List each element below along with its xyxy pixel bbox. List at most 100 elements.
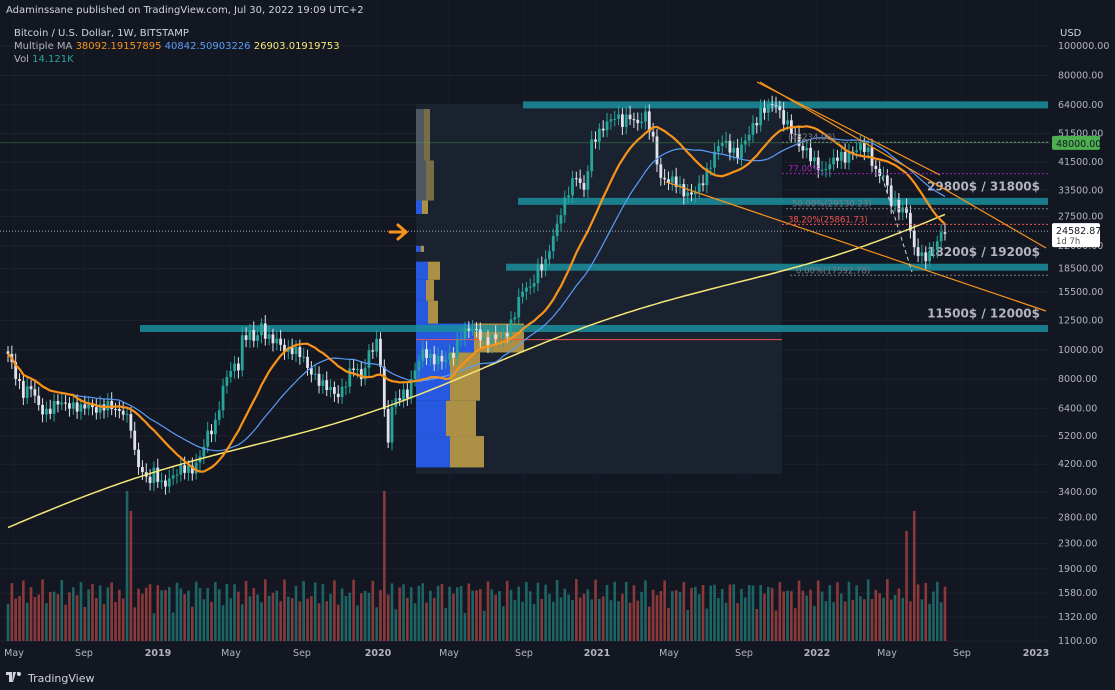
volume-bar [943, 586, 947, 641]
candle-body [801, 145, 805, 151]
volume-bar [156, 585, 160, 641]
volume-bar [45, 603, 48, 641]
candle-body [206, 430, 210, 447]
volume-bar [64, 604, 67, 641]
candle-body [759, 107, 763, 126]
candle-body [701, 183, 705, 186]
y-tick-label: 80000.00 [1058, 70, 1103, 81]
candle-body [525, 287, 528, 292]
volume-bar [674, 590, 678, 641]
volume-bar [179, 588, 183, 641]
candle-body [651, 131, 655, 137]
volume-bar [129, 511, 133, 641]
volume-bar [590, 599, 593, 641]
volume-bar [22, 580, 25, 641]
candle-body [402, 389, 405, 401]
volume-bar [25, 602, 29, 641]
y-tick-label: 27500.00 [1058, 211, 1103, 222]
volume-bar [839, 593, 843, 641]
volume-bar [728, 584, 732, 641]
volume-bar [133, 607, 137, 641]
volume-bar [48, 591, 52, 641]
candle-body [194, 462, 198, 474]
volume-bar [87, 589, 90, 641]
volume-bar [75, 595, 79, 641]
volume-bar [498, 591, 501, 641]
volume-bar [893, 594, 897, 641]
volume-bar [586, 589, 590, 641]
ma-value-1: 38092.19157895 [75, 41, 162, 52]
volume-bar [824, 601, 828, 641]
candle-body [939, 232, 943, 242]
volume-bar [655, 595, 659, 641]
price-chart[interactable]: 29800$ / 31800$ 18200$ / 19200$ 11500$ / 1… [0, 0, 1115, 690]
candle-body [117, 409, 121, 411]
candle-body [628, 114, 632, 120]
volume-bar [863, 599, 866, 641]
candle-body [855, 150, 859, 152]
candle-body [763, 107, 766, 113]
candle-body [471, 329, 475, 331]
candle-body [551, 235, 555, 252]
y-tick-label: 33500.00 [1058, 185, 1103, 196]
x-tick-label: Sep [735, 648, 753, 659]
currency-label: USD [1060, 28, 1082, 39]
y-tick-label: 10000.00 [1058, 345, 1103, 356]
candle-body [160, 480, 163, 482]
candle-body [490, 334, 494, 346]
candle-body [18, 379, 21, 381]
candle-body [782, 110, 786, 125]
volume-bar [356, 605, 359, 641]
volume-bar [252, 587, 256, 641]
fib-label: 38.20%(25861.73) [788, 215, 868, 225]
candle-body [233, 363, 236, 372]
volume-bar [751, 585, 755, 641]
zone-band [140, 325, 1048, 333]
candle-body [294, 346, 298, 355]
volume-bar [886, 579, 889, 641]
candle-body [333, 387, 336, 394]
candle-body [720, 142, 724, 147]
candle-body [640, 121, 643, 124]
x-tick-label: 2019 [145, 648, 171, 659]
candle-body [843, 151, 847, 163]
volume-bar [743, 597, 747, 641]
y-tick-label: 4200.00 [1058, 459, 1097, 470]
volume-bar [406, 597, 409, 641]
vol-value: 14.121K [32, 54, 74, 65]
profile-bar [416, 109, 424, 161]
candle-body [179, 465, 183, 475]
volume-bar [455, 587, 459, 641]
candle-body [125, 414, 129, 416]
volume-bar [68, 592, 71, 641]
fib-label: (48234.00) [788, 133, 835, 143]
y-tick-label: 6400.00 [1058, 404, 1097, 415]
candle-body [152, 467, 156, 484]
candle-body [897, 199, 901, 213]
candle-body [590, 139, 594, 172]
volume-bar [29, 587, 33, 641]
y-tick-label: 12500.00 [1058, 315, 1103, 326]
candle-body [440, 355, 444, 362]
candle-body [29, 386, 33, 390]
volume-bar [797, 580, 801, 641]
zone-label: 29800$ / 31800$ [927, 179, 1040, 193]
candle-body [632, 119, 636, 121]
volume-bar [505, 580, 509, 641]
candle-body [156, 467, 160, 482]
candle-body [252, 330, 256, 341]
volume-bar [409, 587, 413, 641]
volume-bar [91, 584, 94, 641]
profile-bar [421, 245, 424, 252]
volume-bar [740, 588, 743, 641]
chart-grid [0, 0, 1050, 642]
volume-bar [816, 580, 820, 641]
volume-bar [79, 582, 83, 641]
volume-bar [809, 589, 812, 641]
volume-bar [225, 584, 229, 641]
volume-bar [747, 584, 751, 641]
countdown-text: 1d 7h [1056, 237, 1080, 247]
volume-bar [724, 602, 728, 641]
volume-bar [763, 593, 766, 641]
volume-bar [229, 598, 233, 641]
